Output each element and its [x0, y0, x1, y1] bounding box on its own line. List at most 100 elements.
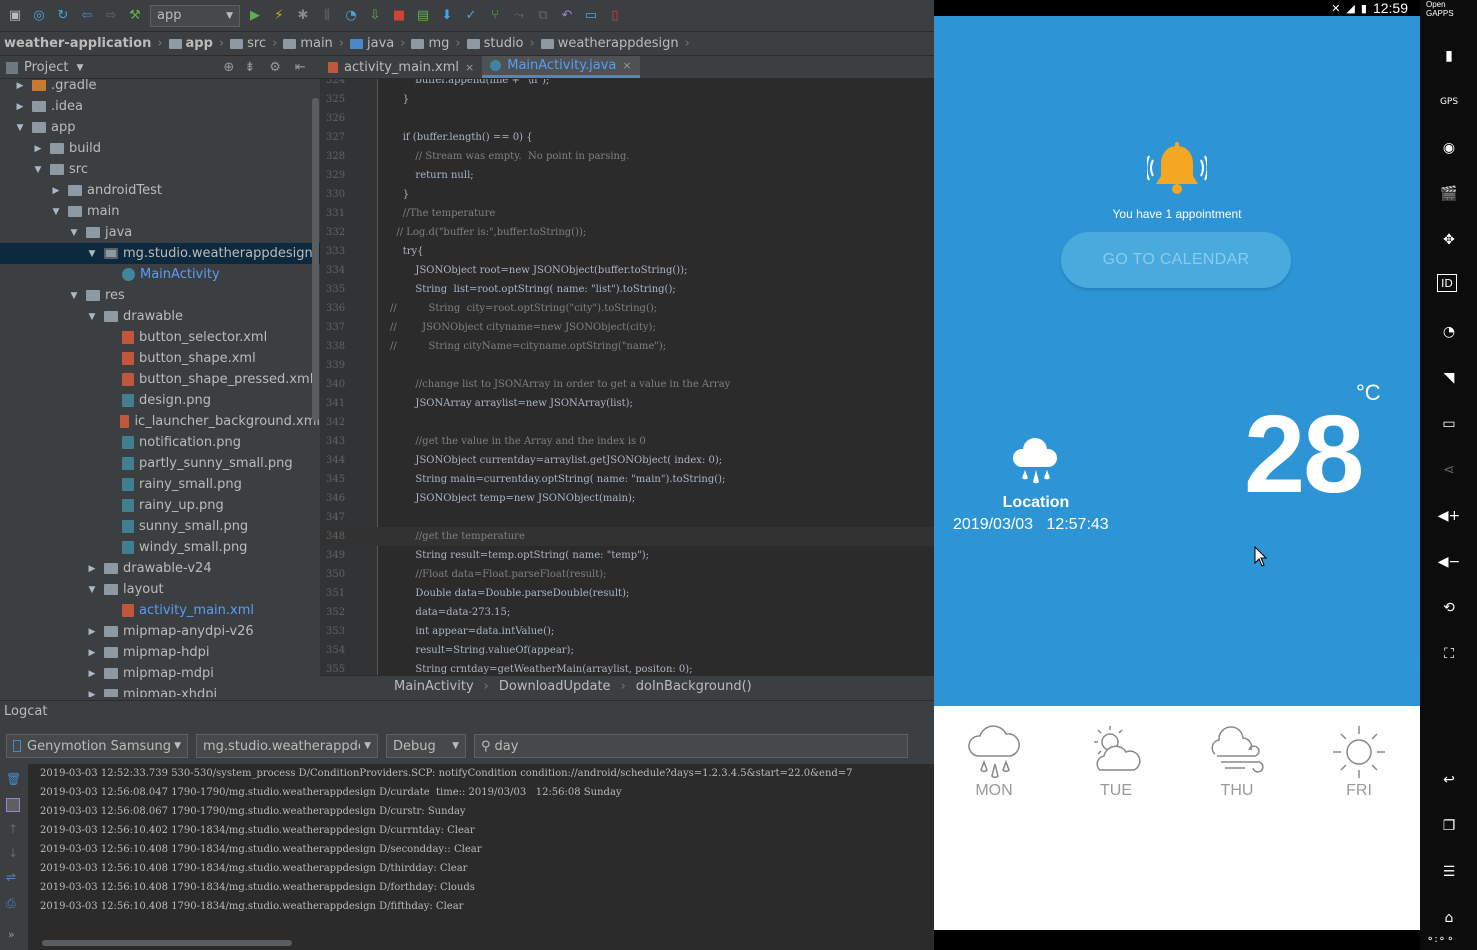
tree-item[interactable]: ▼ app: [0, 117, 320, 138]
breadcrumb-method[interactable]: doInBackground(): [636, 679, 752, 694]
apply-changes-icon[interactable]: ⚡: [270, 7, 288, 25]
vcs-history-icon[interactable]: ⤳: [510, 7, 528, 25]
down-arrow-icon[interactable]: ↓: [8, 846, 18, 860]
fullscreen-icon[interactable]: ⛶: [1437, 642, 1461, 666]
breadcrumb-item[interactable]: weatherappdesign ›: [540, 36, 690, 51]
remote-control-icon[interactable]: ✥: [1437, 228, 1461, 252]
network-icon[interactable]: ◥: [1437, 366, 1461, 390]
go-to-calendar-button[interactable]: GO TO CALENDAR: [1061, 232, 1291, 288]
chevron-right-icon[interactable]: ▶: [14, 81, 26, 91]
tree-item[interactable]: ▶ androidTest: [0, 180, 320, 201]
tree-item[interactable]: windy_small.png: [0, 537, 320, 558]
tree-item[interactable]: ▼ layout: [0, 579, 320, 600]
tree-item[interactable]: rainy_up.png: [0, 495, 320, 516]
tree-item[interactable]: rainy_small.png: [0, 474, 320, 495]
log-level-select[interactable]: Debug ▼: [386, 734, 466, 758]
chevron-down-icon[interactable]: ▼: [86, 312, 98, 322]
logcat-search-input[interactable]: ⚲ day: [474, 734, 908, 758]
close-icon[interactable]: ×: [622, 59, 631, 72]
chevron-down-icon[interactable]: ▼: [76, 63, 83, 73]
save-icon[interactable]: ▣: [6, 7, 24, 25]
breadcrumb-item[interactable]: java ›: [350, 36, 405, 51]
vcs-compare-icon[interactable]: ⧉: [534, 7, 552, 25]
project-structure-icon[interactable]: ▭: [582, 7, 600, 25]
breadcrumb-item[interactable]: main ›: [283, 36, 344, 51]
tree-item[interactable]: ▼ res: [0, 285, 320, 306]
tree-item[interactable]: ▼ src: [0, 159, 320, 180]
tree-item[interactable]: ▶ mipmap-anydpi-v26: [0, 621, 320, 642]
avd-manager-icon[interactable]: ▤: [414, 7, 432, 25]
recent-apps-icon[interactable]: ❐: [1437, 814, 1461, 838]
gps-icon[interactable]: GPS: [1437, 90, 1461, 114]
tree-item[interactable]: partly_sunny_small.png: [0, 453, 320, 474]
install-icon[interactable]: ⇩: [366, 7, 384, 25]
sync-icon[interactable]: ◎: [30, 7, 48, 25]
breadcrumb-item[interactable]: studio ›: [466, 36, 535, 51]
tree-item[interactable]: ic_launcher_background.xml: [0, 411, 320, 432]
tree-item[interactable]: ▶ build: [0, 138, 320, 159]
home-icon[interactable]: ⌂: [1437, 906, 1461, 930]
hide-panel-icon[interactable]: ⇤: [295, 60, 306, 75]
run-configuration-select[interactable]: app ▼: [150, 4, 240, 27]
chevron-right-icon[interactable]: ▶: [86, 669, 98, 679]
back-icon[interactable]: ⇦: [78, 7, 96, 25]
vcs-update-icon[interactable]: ✓: [462, 7, 480, 25]
tree-item[interactable]: button_selector.xml: [0, 327, 320, 348]
tree-item[interactable]: ▼ drawable: [0, 306, 320, 327]
chevron-right-icon[interactable]: ▶: [14, 102, 26, 112]
chevron-down-icon[interactable]: ▼: [50, 207, 62, 217]
chevron-down-icon[interactable]: ▼: [32, 165, 44, 175]
tree-item[interactable]: ▼ main: [0, 201, 320, 222]
soft-wrap-icon[interactable]: ⇌: [6, 870, 16, 884]
tree-item[interactable]: notification.png: [0, 432, 320, 453]
logcat-output[interactable]: 2019-03-03 12:52:33.739 530-530/system_p…: [28, 764, 934, 950]
vcs-commit-icon[interactable]: ⑂: [486, 7, 504, 25]
profile-icon[interactable]: ◔: [342, 7, 360, 25]
tree-item[interactable]: ▼ mg.studio.weatherappdesign: [0, 243, 320, 264]
disk-io-icon[interactable]: ◔: [1437, 320, 1461, 344]
chevron-down-icon[interactable]: ▼: [14, 123, 26, 133]
tree-item[interactable]: button_shape_pressed.xml: [0, 369, 320, 390]
vcs-revert-icon[interactable]: ↶: [558, 7, 576, 25]
share-icon[interactable]: ⋖: [1437, 458, 1461, 482]
scroll-to-end-icon[interactable]: [6, 798, 20, 812]
close-icon[interactable]: ×: [465, 61, 474, 74]
logcat-horizontal-scrollbar[interactable]: [42, 940, 292, 946]
chevron-right-icon[interactable]: ▶: [86, 627, 98, 637]
tree-item[interactable]: ▶ .gradle: [0, 79, 320, 96]
clear-logcat-icon[interactable]: 🗑: [6, 772, 21, 786]
breadcrumb-item[interactable]: src ›: [230, 36, 277, 51]
tree-item[interactable]: ▼ java: [0, 222, 320, 243]
forward-icon[interactable]: ⇨: [102, 7, 120, 25]
chevron-right-icon[interactable]: ▶: [50, 186, 62, 196]
chevron-down-icon[interactable]: ▼: [86, 585, 98, 595]
debug-icon[interactable]: ✱: [294, 7, 312, 25]
chevron-down-icon[interactable]: ▼: [68, 228, 80, 238]
tree-item[interactable]: design.png: [0, 390, 320, 411]
back-button-icon[interactable]: ↩: [1437, 768, 1461, 792]
chevron-down-icon[interactable]: ▼: [86, 249, 98, 259]
chevron-right-icon[interactable]: ▶: [86, 648, 98, 658]
breadcrumb-class[interactable]: MainActivity: [394, 679, 474, 694]
stop-icon[interactable]: ■: [390, 7, 408, 25]
sdk-manager-icon[interactable]: ⬇: [438, 7, 456, 25]
menu-icon[interactable]: ☰: [1437, 860, 1461, 884]
tree-item[interactable]: ▶ mipmap-hdpi: [0, 642, 320, 663]
device-id-icon[interactable]: ID: [1437, 274, 1457, 292]
tree-item[interactable]: MainActivity: [0, 264, 320, 285]
rotate-icon[interactable]: ⟲: [1437, 596, 1461, 620]
tree-item[interactable]: activity_main.xml: [0, 600, 320, 621]
tree-item[interactable]: ▶ mipmap-xhdpi: [0, 684, 320, 697]
tree-item[interactable]: sunny_small.png: [0, 516, 320, 537]
up-arrow-icon[interactable]: ↑: [8, 822, 18, 836]
tab-activity-main-xml[interactable]: activity_main.xml ×: [320, 56, 482, 78]
scroll-from-source-icon[interactable]: ⊕: [223, 60, 234, 75]
device-monitor-icon[interactable]: ▯: [606, 7, 624, 25]
screen-record-icon[interactable]: 🎬: [1437, 182, 1461, 206]
chevron-right-icon[interactable]: ▶: [32, 144, 44, 154]
attach-debugger-icon[interactable]: ⫼: [318, 7, 336, 25]
chevron-down-icon[interactable]: ▼: [68, 291, 80, 301]
chevron-right-icon[interactable]: ▶: [86, 690, 98, 698]
project-tree-scrollbar[interactable]: [312, 98, 319, 421]
project-view-selector[interactable]: Project: [24, 60, 68, 75]
